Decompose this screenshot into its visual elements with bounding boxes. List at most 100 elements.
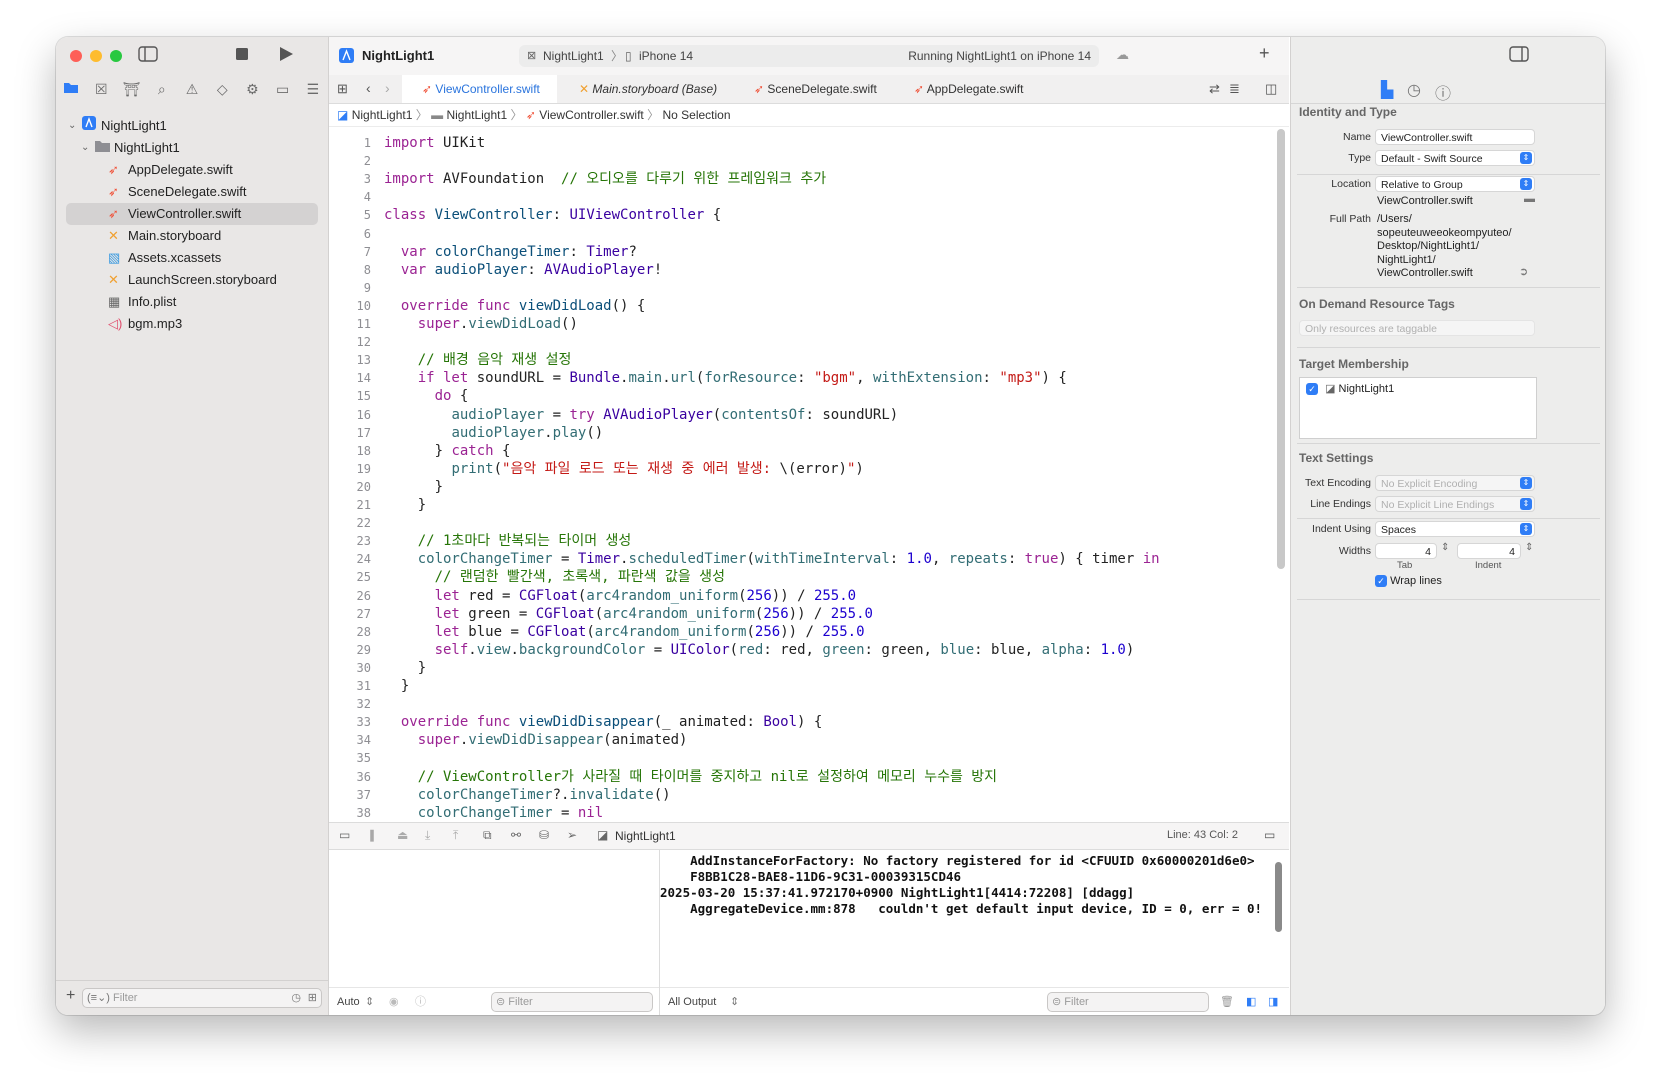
right-pane-toggle-icon[interactable]: ◨ (1268, 988, 1278, 1015)
tree-item-file[interactable]: ◁) bgm.mp3 (56, 313, 328, 335)
code-line[interactable]: 14 if let soundURL = Bundle.main.url(for… (329, 369, 1277, 387)
tree-item-file[interactable]: ✕ LaunchScreen.storyboard (56, 269, 328, 291)
code-line[interactable]: 9 (329, 279, 1277, 297)
navigator-filter-input[interactable]: (≡⌄) Filter ◷ ⊞ (82, 988, 322, 1008)
code-line[interactable]: 7 var colorChangeTimer: Timer? (329, 243, 1277, 261)
encoding-select[interactable]: No Explicit Encoding ⇕ (1375, 475, 1535, 491)
pause-icon[interactable]: ∥ (369, 828, 375, 842)
test-navigator-icon[interactable]: ◇ (212, 81, 232, 98)
tree-item-group[interactable]: ⌄ NightLight1 (56, 137, 328, 159)
tab-viewcontroller[interactable]: ➶ ViewController.swift (402, 75, 557, 103)
variables-filter-input[interactable]: ⊜ Filter (491, 992, 653, 1012)
help-inspector-icon[interactable]: ⓘ (1435, 80, 1451, 104)
debug-target[interactable]: NightLight1 (615, 829, 676, 843)
console-toggle-icon[interactable]: ▭ (1264, 828, 1275, 842)
tree-item-file-selected[interactable]: ➶ ViewController.swift (66, 203, 318, 225)
folder-navigator-icon[interactable] (61, 81, 81, 97)
code-line[interactable]: 27 let green = CGFloat(arc4random_unifor… (329, 605, 1277, 623)
step-into-icon[interactable]: ⤓ (425, 828, 430, 843)
sidebar-toggle-icon[interactable] (138, 46, 158, 67)
breadcrumb-item[interactable]: No Selection (662, 108, 730, 122)
code-line[interactable]: 32 (329, 695, 1277, 713)
disclosure-down-icon[interactable]: ⌄ (68, 115, 76, 137)
checkbox-checked-icon[interactable]: ✓ (1375, 575, 1387, 588)
code-line[interactable]: 38 colorChangeTimer = nil (329, 804, 1277, 822)
code-line[interactable]: 17 audioPlayer.play() (329, 424, 1277, 442)
zoom-button[interactable] (110, 50, 122, 62)
indent-width-field[interactable]: 4 (1457, 543, 1521, 559)
breadcrumb-item[interactable]: NightLight1 (446, 108, 507, 122)
memory-graph-icon[interactable]: ⚯ (511, 828, 521, 842)
find-navigator-icon[interactable]: ⌕ (152, 81, 172, 98)
code-line[interactable]: 33 override func viewDidDisappear(_ anim… (329, 713, 1277, 731)
swap-icon[interactable]: ⇄ (1209, 81, 1220, 97)
inspector-toggle-icon[interactable] (1509, 46, 1529, 67)
device-selector[interactable]: iPhone 14 (639, 45, 693, 67)
name-field[interactable]: ViewController.swift (1375, 129, 1535, 145)
environment-icon[interactable]: ⛁ (539, 828, 549, 842)
console-scrollbar[interactable] (1275, 862, 1282, 932)
editor-scrollbar[interactable] (1277, 129, 1285, 569)
source-editor[interactable]: 1 import UIKit 2 3 import AVFoundation // 오디… (329, 126, 1277, 822)
back-icon[interactable]: ‹ (366, 80, 371, 96)
variables-scope-select[interactable]: Auto (337, 988, 360, 1015)
tab-width-field[interactable]: 4 (1375, 543, 1437, 559)
folder-icon[interactable]: ▬ (1524, 193, 1535, 205)
tree-item-file[interactable]: ➶ AppDelegate.swift (56, 159, 328, 181)
code-line[interactable]: 6 (329, 225, 1277, 243)
report-navigator-icon[interactable]: ☰ (303, 81, 323, 98)
tree-item-file[interactable]: ➶ SceneDelegate.swift (56, 181, 328, 203)
checkbox-checked-icon[interactable]: ✓ (1306, 383, 1318, 396)
code-line[interactable]: 8 var audioPlayer: AVAudioPlayer! (329, 261, 1277, 279)
stop-button[interactable] (234, 46, 250, 67)
indent-width-stepper[interactable]: ⇕ (1525, 542, 1533, 553)
code-line[interactable]: 16 audioPlayer = try AVAudioPlayer(conte… (329, 406, 1277, 424)
code-line[interactable]: 4 (329, 188, 1277, 206)
code-line[interactable]: 20 } (329, 478, 1277, 496)
code-line[interactable]: 18 } catch { (329, 442, 1277, 460)
code-line[interactable]: 34 super.viewDidDisappear(animated) (329, 731, 1277, 749)
code-line[interactable]: 21 } (329, 496, 1277, 514)
info-icon[interactable]: ⓘ (415, 988, 426, 1015)
scheme-selector[interactable]: NightLight1 (543, 45, 604, 67)
issue-navigator-icon[interactable]: ⚠ (182, 81, 202, 98)
code-line[interactable]: 11 super.viewDidLoad() (329, 315, 1277, 333)
code-line[interactable]: 15 do { (329, 387, 1277, 405)
code-line[interactable]: 36 // ViewController가 사라질 때 타이머를 중지하고 ni… (329, 768, 1277, 786)
step-out-icon[interactable]: ⤒ (453, 828, 458, 843)
tree-item-file[interactable]: ✕ Main.storyboard (56, 225, 328, 247)
eye-icon[interactable]: ◉ (389, 988, 399, 1015)
tab-appdelegate[interactable]: ➶ AppDelegate.swift (914, 75, 1064, 103)
code-line[interactable]: 29 self.view.backgroundColor = UIColor(r… (329, 641, 1277, 659)
tree-item-file[interactable]: ▦ Info.plist (56, 291, 328, 313)
breadcrumb-item[interactable]: ViewController.swift (539, 108, 643, 122)
left-pane-toggle-icon[interactable]: ◧ (1246, 988, 1256, 1015)
location-select[interactable]: Relative to Group ⇕ (1375, 176, 1535, 192)
history-inspector-icon[interactable]: ◷ (1407, 80, 1421, 100)
console-output[interactable]: AddInstanceForFactory: No factory regist… (660, 849, 1289, 989)
forward-icon[interactable]: › (385, 80, 390, 96)
source-control-navigator-icon[interactable]: ☒ (91, 81, 111, 98)
code-line[interactable]: 24 colorChangeTimer = Timer.scheduledTim… (329, 550, 1277, 568)
tree-item-project[interactable]: ⌄ NightLight1 (56, 115, 328, 137)
disclosure-down-icon[interactable]: ⌄ (81, 137, 89, 159)
target-item[interactable]: ✓ ◪ NightLight1 (1306, 382, 1394, 396)
trash-icon[interactable]: 🗑 (1220, 988, 1234, 1015)
file-inspector-icon[interactable]: ▙ (1381, 80, 1393, 100)
step-over-icon[interactable]: ⏏ (397, 828, 408, 842)
close-button[interactable] (70, 50, 82, 62)
code-line[interactable]: 35 (329, 749, 1277, 767)
add-tab-icon[interactable]: + (1259, 43, 1270, 64)
tree-item-file[interactable]: ▧ Assets.xcassets (56, 247, 328, 269)
breakpoint-navigator-icon[interactable]: ▭ (273, 81, 293, 98)
odr-tags-field[interactable]: Only resources are taggable (1299, 320, 1535, 336)
split-editor-icon[interactable]: ◫ (1265, 81, 1277, 97)
code-line[interactable]: 23 // 1초마다 반복되는 타이머 생성 (329, 532, 1277, 550)
modified-files-icon[interactable]: ⊞ (308, 989, 317, 1007)
location-icon[interactable]: ➢ (567, 828, 577, 842)
code-line[interactable]: 13 // 배경 음악 재생 설정 (329, 351, 1277, 369)
code-line[interactable]: 1 import UIKit (329, 134, 1277, 152)
symbol-navigator-icon[interactable]: ⛩ (122, 81, 142, 98)
code-line[interactable]: 12 (329, 333, 1277, 351)
code-line[interactable]: 2 (329, 152, 1277, 170)
